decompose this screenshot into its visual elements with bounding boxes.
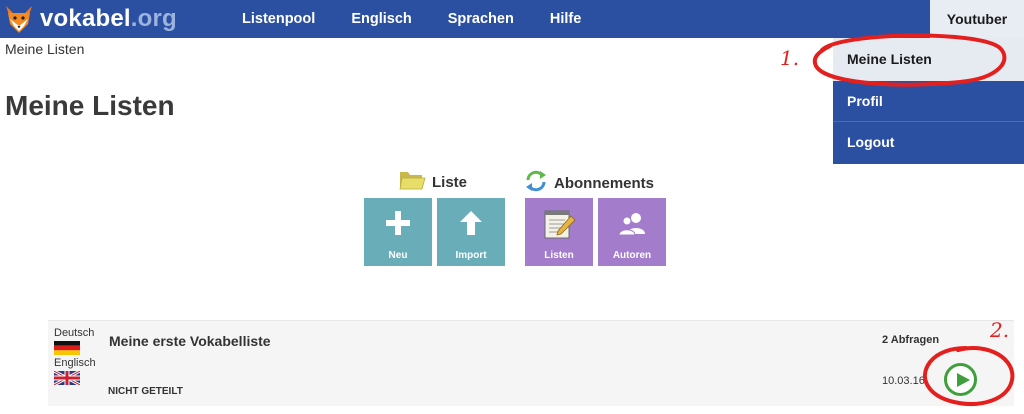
tile-autoren[interactable]: Autoren [598, 198, 666, 266]
user-menu-button[interactable]: Youtuber [930, 0, 1024, 38]
group-header-liste: Liste [398, 168, 467, 192]
logo-text-main: vokabel [40, 5, 131, 32]
main-nav: Listenpool Englisch Sprachen Hilfe [242, 0, 617, 38]
refresh-icon [526, 170, 546, 192]
list-date: 10.03.16 [882, 375, 925, 387]
tile-label-import: Import [455, 250, 487, 261]
users-icon [618, 213, 645, 236]
nav-englisch[interactable]: Englisch [351, 0, 411, 38]
uk-flag-icon [54, 371, 80, 385]
share-status: NICHT GETEILT [108, 386, 183, 397]
top-bar: vokabel.org Listenpool Englisch Sprachen… [0, 0, 1024, 38]
annotation-step-1: 1. [780, 46, 800, 70]
annotation-step-2: 2. [990, 318, 1010, 342]
nav-hilfe[interactable]: Hilfe [550, 0, 581, 38]
logo[interactable]: vokabel.org [4, 2, 177, 36]
tile-label-neu: Neu [388, 250, 408, 261]
page-title: Meine Listen [5, 90, 175, 121]
notepad-pencil-icon [544, 210, 576, 239]
german-flag-icon [54, 341, 80, 355]
nav-sprachen[interactable]: Sprachen [448, 0, 514, 38]
arrow-up-icon [460, 211, 482, 235]
folder-icon [399, 172, 426, 190]
list-title[interactable]: Meine erste Vokabelliste [109, 333, 271, 349]
lang-to-label: Englisch [54, 357, 96, 369]
tile-import[interactable]: Import [437, 198, 505, 266]
tile-label-autoren: Autoren [612, 250, 652, 261]
group-title-liste: Liste [432, 174, 468, 191]
nav-listenpool[interactable]: Listenpool [242, 0, 315, 38]
logo-text: vokabel.org [40, 2, 177, 36]
tile-neu[interactable]: Neu [364, 198, 432, 266]
dropdown-item-meine-listen[interactable]: Meine Listen [833, 38, 1024, 81]
logo-text-tld: .org [130, 5, 177, 32]
play-icon [957, 373, 970, 387]
tile-listen[interactable]: Listen [525, 198, 593, 266]
dropdown-item-profil[interactable]: Profil [833, 81, 1024, 122]
dropdown-item-logout[interactable]: Logout [833, 122, 1024, 163]
user-dropdown: Meine Listen Profil Logout [833, 38, 1024, 164]
tile-label-listen: Listen [544, 250, 574, 261]
breadcrumb: Meine Listen [5, 41, 85, 57]
play-button[interactable] [944, 363, 977, 396]
list-item[interactable]: Deutsch Englisch Meine erste Vokabellist… [48, 320, 1014, 406]
group-header-abonnements: Abonnements [524, 169, 654, 193]
group-title-abonnements: Abonnements [554, 175, 655, 192]
fox-logo-icon [6, 6, 32, 33]
quiz-count: 2 Abfragen [882, 334, 940, 346]
lang-from-label: Deutsch [54, 327, 95, 339]
plus-icon [386, 211, 410, 235]
